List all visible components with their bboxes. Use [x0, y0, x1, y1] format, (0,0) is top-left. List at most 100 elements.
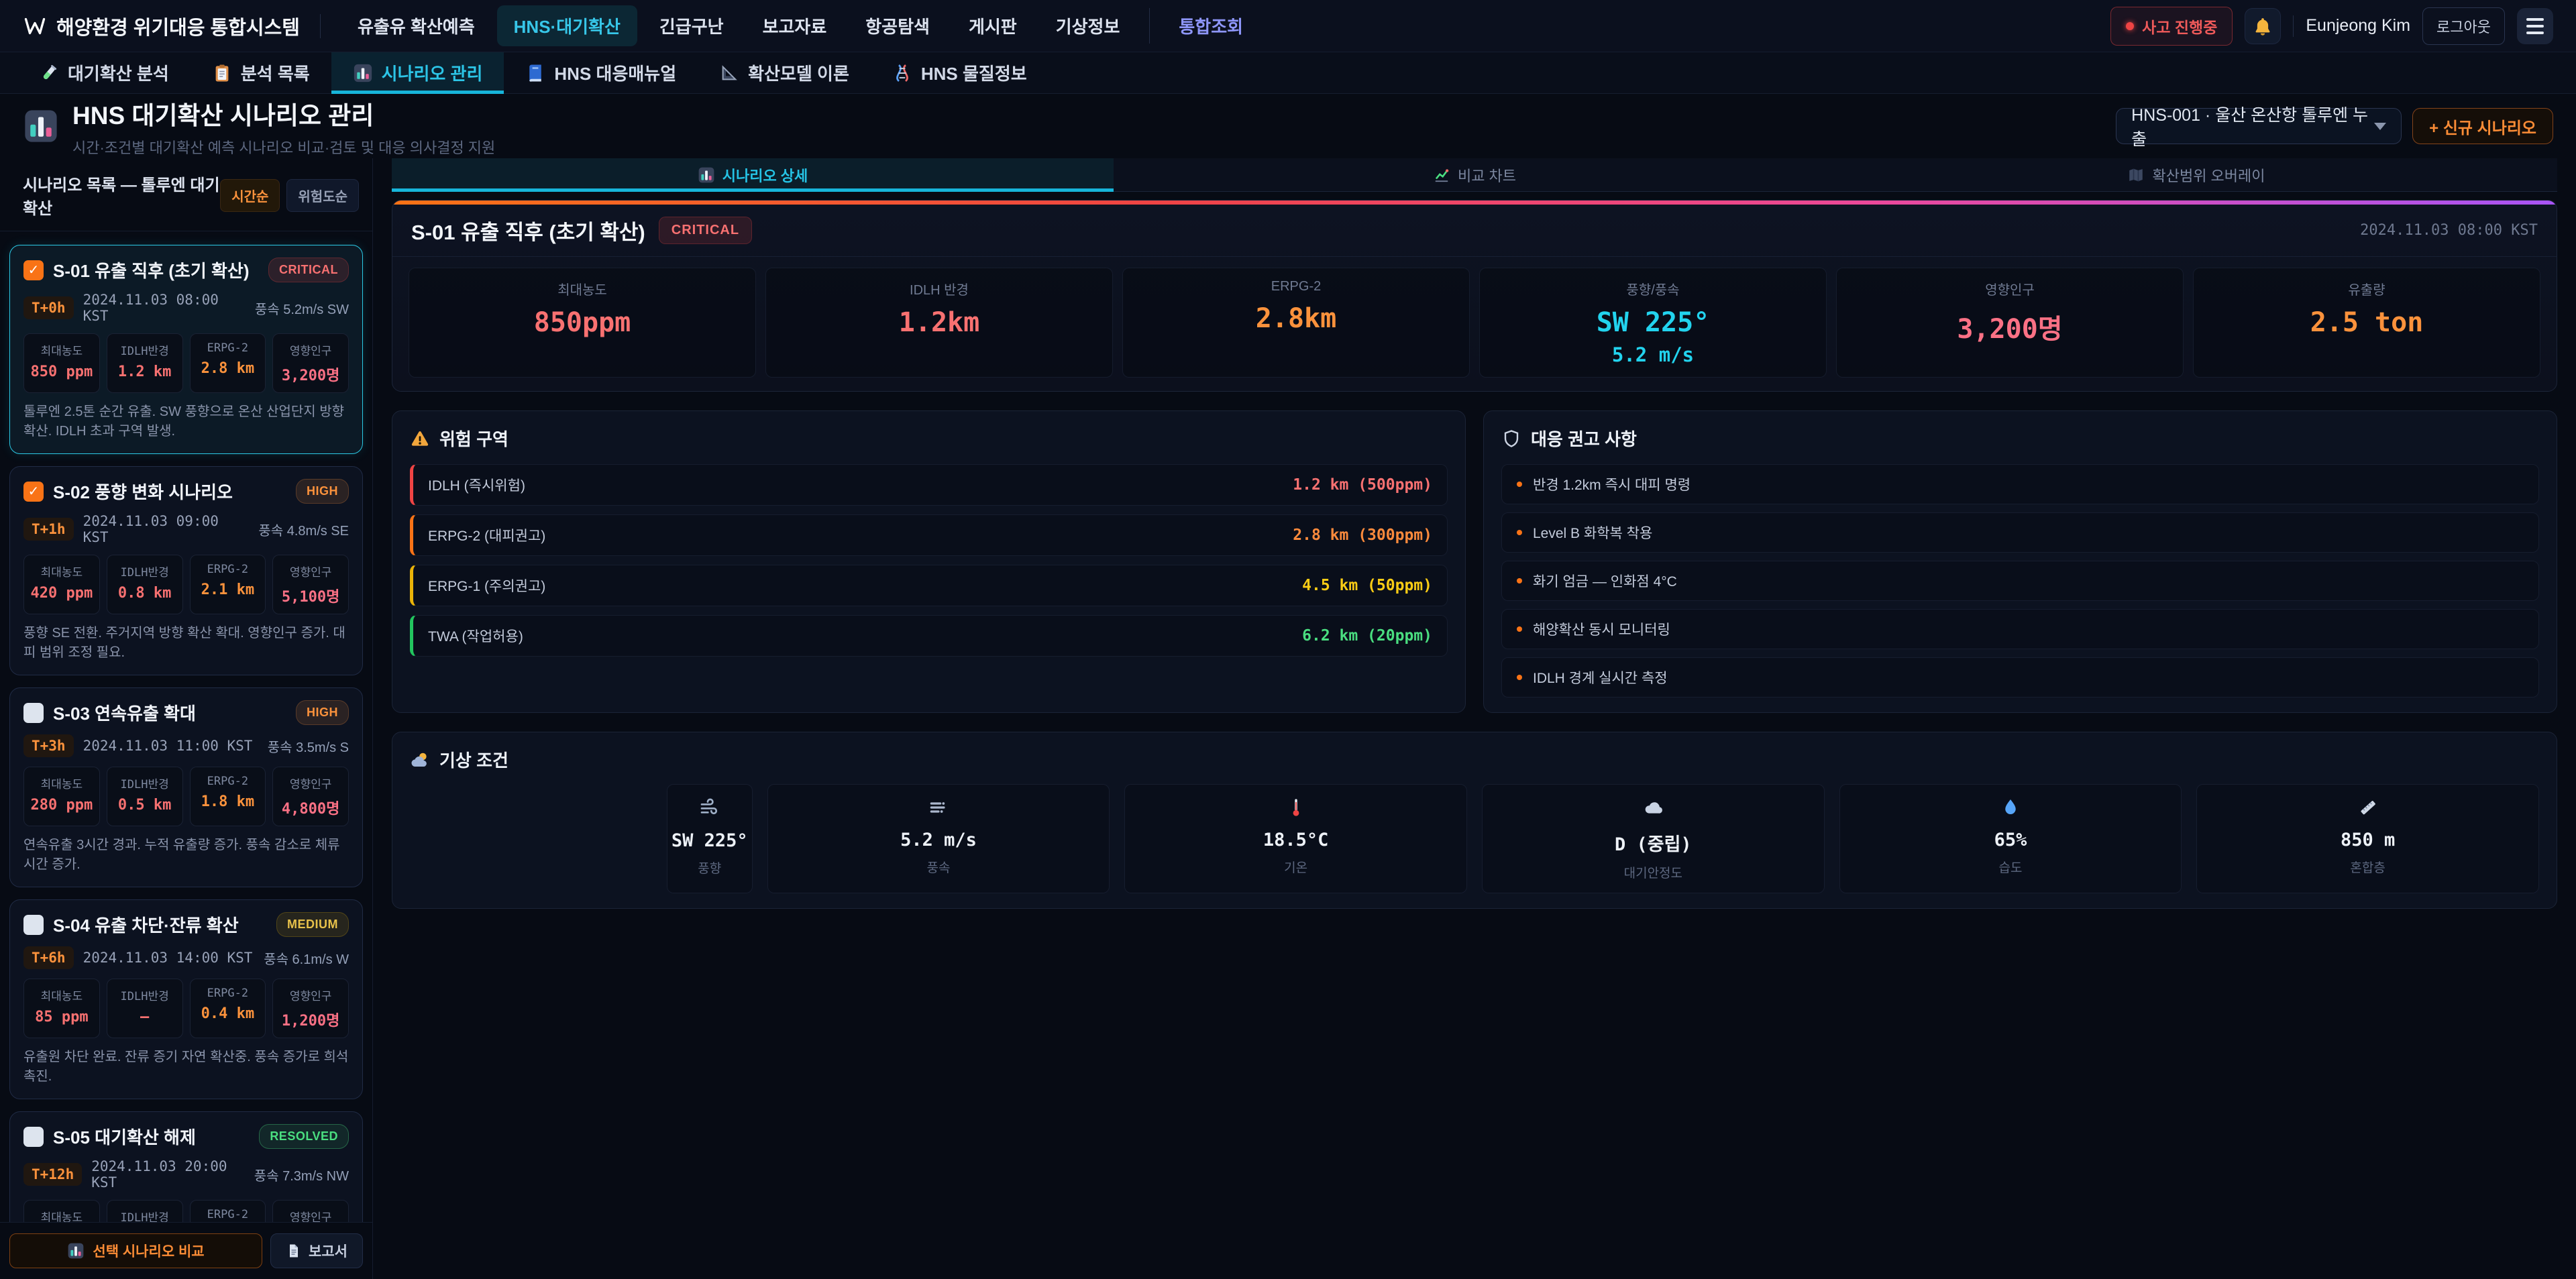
sidebar-header: 시나리오 목록 — 톨루엔 대기확산 시간순 위험도순 — [0, 158, 372, 231]
detail-stat-box: ERPG-2 2.8km — [1122, 268, 1470, 378]
new-scenario-button[interactable]: + 신규 시나리오 — [2412, 108, 2553, 144]
scenario-card[interactable]: ✓ S-04 유출 차단·잔류 확산 MEDIUM T+6h 2024.11.0… — [9, 899, 363, 1099]
tab-atmos-analysis[interactable]: 대기확산 분석 — [17, 52, 191, 93]
tab-analysis-list[interactable]: 분석 목록 — [191, 52, 331, 93]
page-header: HNS 대기확산 시나리오 관리 시간·조건별 대기확산 예측 시나리오 비교·… — [0, 94, 2576, 158]
nav-item[interactable]: 통합조회 — [1162, 5, 1260, 46]
scenario-checkbox[interactable]: ✓ — [23, 703, 44, 723]
chevron-down-icon — [2374, 123, 2386, 130]
scenario-checkbox[interactable]: ✓ — [23, 1127, 44, 1147]
scenario-card[interactable]: ✓ S-03 연속유출 확대 HIGH T+3h 2024.11.03 11:0… — [9, 687, 363, 887]
recommendations-panel: 대응 권고 사항 반경 1.2km 즉시 대피 명령 Lev — [1483, 410, 2557, 713]
stat-box: IDLH반경 0.8 km — [107, 555, 183, 614]
stat-label: 영향인구 — [276, 1208, 345, 1222]
severity-badge: MEDIUM — [276, 912, 349, 937]
stat-value: 4,800명 — [276, 797, 345, 818]
main-nav: 유출유 확산예측 HNS·대기확산 긴급구난 보고자료 항공탐색 게시판 기상정… — [341, 5, 1260, 46]
compare-scenarios-button[interactable]: 선택 시나리오 비교 — [9, 1233, 262, 1268]
stat-label: IDLH반경 — [110, 987, 180, 1003]
sort-by-time-button[interactable]: 시간순 — [220, 179, 280, 212]
sidebar-title: 시나리오 목록 — 톨루엔 대기확산 — [23, 172, 220, 219]
tab-diffusion-model-theory[interactable]: 확산모델 이론 — [698, 52, 871, 93]
nav-item[interactable]: 게시판 — [952, 5, 1034, 46]
page-title-chart-icon — [23, 108, 59, 144]
document-icon — [286, 1243, 302, 1259]
weather-value: 65% — [1844, 830, 2178, 850]
page-header-actions: HNS-001 · 울산 온산항 톨루엔 누출 + 신규 시나리오 — [2116, 108, 2553, 144]
scenario-card-header: ✓ S-02 풍향 변화 시나리오 HIGH — [23, 479, 349, 504]
scenario-card-header: ✓ S-01 유출 직후 (초기 확산) CRITICAL — [23, 258, 349, 282]
detail-stat-box: 풍향/풍속 SW 225° 5.2 m/s — [1479, 268, 1827, 378]
tab-scenario-management[interactable]: 시나리오 관리 — [331, 52, 504, 93]
compare-label: 선택 시나리오 비교 — [93, 1241, 204, 1261]
zone-label: ERPG-2 (대피권고) — [428, 525, 545, 545]
detail-header: S-01 유출 직후 (초기 확산) CRITICAL 2024.11.03 0… — [392, 205, 2557, 257]
scenario-title: S-05 대기확산 해제 — [53, 1124, 250, 1149]
scenario-stats: 최대농도 8 ppm IDLH반경 — ERPG-2 — [23, 1200, 349, 1222]
weather-label: 대기안정도 — [1487, 863, 1820, 881]
tab-hns-manual[interactable]: HNS 대응매뉴얼 — [504, 52, 698, 93]
detail-stats: 최대농도 850ppm IDLH 반경 1.2km ERPG-2 — [392, 257, 2557, 391]
tab-comparison-chart[interactable]: 비교 차트 — [1114, 158, 1835, 191]
line-chart-icon — [1433, 166, 1450, 184]
incident-select[interactable]: HNS-001 · 울산 온산항 톨루엔 누출 — [2116, 108, 2402, 144]
stat-label: 유출량 — [2198, 279, 2536, 298]
menu-button[interactable] — [2517, 8, 2553, 44]
scenario-card[interactable]: ✓ S-05 대기확산 해제 RESOLVED T+12h 2024.11.03… — [9, 1111, 363, 1222]
weather-card: SW 225° 풍향 — [667, 784, 753, 893]
nav-item[interactable]: 보고자료 — [746, 5, 844, 46]
stat-value: 3,200명 — [1841, 307, 2179, 346]
scenario-checkbox[interactable]: ✓ — [23, 915, 44, 935]
tab-label: HNS 대응매뉴얼 — [554, 60, 676, 85]
severity-badge: HIGH — [296, 479, 349, 504]
stat-box: 최대농도 850 ppm — [23, 333, 100, 393]
stat-box: ERPG-2 2.1 km — [190, 555, 266, 614]
stat-box: 최대농도 8 ppm — [23, 1200, 100, 1222]
page-subtitle: 시간·조건별 대기확산 예측 시나리오 비교·검토 및 대응 의사결정 지원 — [72, 136, 495, 158]
scenario-card[interactable]: ✓ S-02 풍향 변화 시나리오 HIGH T+1h 2024.11.03 0… — [9, 466, 363, 675]
stat-label: ERPG-2 — [193, 563, 263, 576]
weather-label: 혼합층 — [2201, 858, 2534, 876]
wing-logo-icon — [23, 14, 47, 38]
scenario-stats: 최대농도 850 ppm IDLH반경 1.2 km ERP — [23, 333, 349, 393]
zone-label: IDLH (즉시위험) — [428, 475, 525, 495]
tab-label: 확산모델 이론 — [748, 60, 849, 85]
cloud-icon — [1642, 796, 1664, 819]
stat-label: 최대농도 — [27, 775, 97, 791]
recommendation-item: 화기 엄금 — 인화점 4°C — [1501, 561, 2539, 601]
nav-item[interactable]: 유출유 확산예측 — [341, 5, 492, 46]
stat-value: 850 ppm — [27, 364, 97, 380]
scenario-title: S-04 유출 차단·잔류 확산 — [53, 912, 267, 937]
scenario-checkbox[interactable]: ✓ — [23, 260, 44, 280]
weather-card: 18.5°C 기온 — [1124, 784, 1467, 893]
nav-item[interactable]: 긴급구난 — [643, 5, 741, 46]
brand[interactable]: 해양환경 위기대응 통합시스템 — [23, 12, 300, 40]
sort-by-risk-button[interactable]: 위험도순 — [286, 179, 359, 212]
logout-button[interactable]: 로그아웃 — [2422, 7, 2505, 45]
top-nav: 해양환경 위기대응 통합시스템 유출유 확산예측 HNS·대기확산 긴급구난 보… — [0, 0, 2576, 52]
weather-value: 5.2 m/s — [772, 830, 1106, 850]
bullet-icon — [1517, 675, 1522, 680]
severity-badge: HIGH — [296, 700, 349, 725]
stat-label: 최대농도 — [27, 987, 97, 1003]
nav-item[interactable]: 기상정보 — [1039, 5, 1137, 46]
stat-label: ERPG-2 — [193, 341, 263, 355]
scenario-datetime: 2024.11.03 09:00 KST — [83, 513, 250, 545]
sidebar-footer: 선택 시나리오 비교 보고서 — [0, 1222, 372, 1279]
nav-item[interactable]: 항공탐색 — [849, 5, 947, 46]
scenario-card[interactable]: ✓ S-01 유출 직후 (초기 확산) CRITICAL T+0h 2024.… — [9, 245, 363, 454]
weather-value: 18.5°C — [1129, 830, 1462, 850]
stat-label: 최대농도 — [27, 1208, 97, 1222]
stat-label: 영향인구 — [276, 341, 345, 358]
report-button[interactable]: 보고서 — [270, 1233, 363, 1268]
stat-value: 5,100명 — [276, 585, 345, 606]
nav-item[interactable]: HNS·대기확산 — [497, 5, 637, 46]
tab-scenario-detail[interactable]: 시나리오 상세 — [392, 158, 1114, 191]
notifications-button[interactable] — [2245, 8, 2281, 44]
tab-spread-overlay[interactable]: 확산범위 오버레이 — [1835, 158, 2557, 191]
tab-hns-substance-info[interactable]: HNS 물질정보 — [871, 52, 1049, 93]
stat-label: 영향인구 — [276, 987, 345, 1003]
scenario-card-header: ✓ S-04 유출 차단·잔류 확산 MEDIUM — [23, 912, 349, 937]
recommendation-item: IDLH 경계 실시간 측정 — [1501, 657, 2539, 698]
scenario-checkbox[interactable]: ✓ — [23, 482, 44, 502]
